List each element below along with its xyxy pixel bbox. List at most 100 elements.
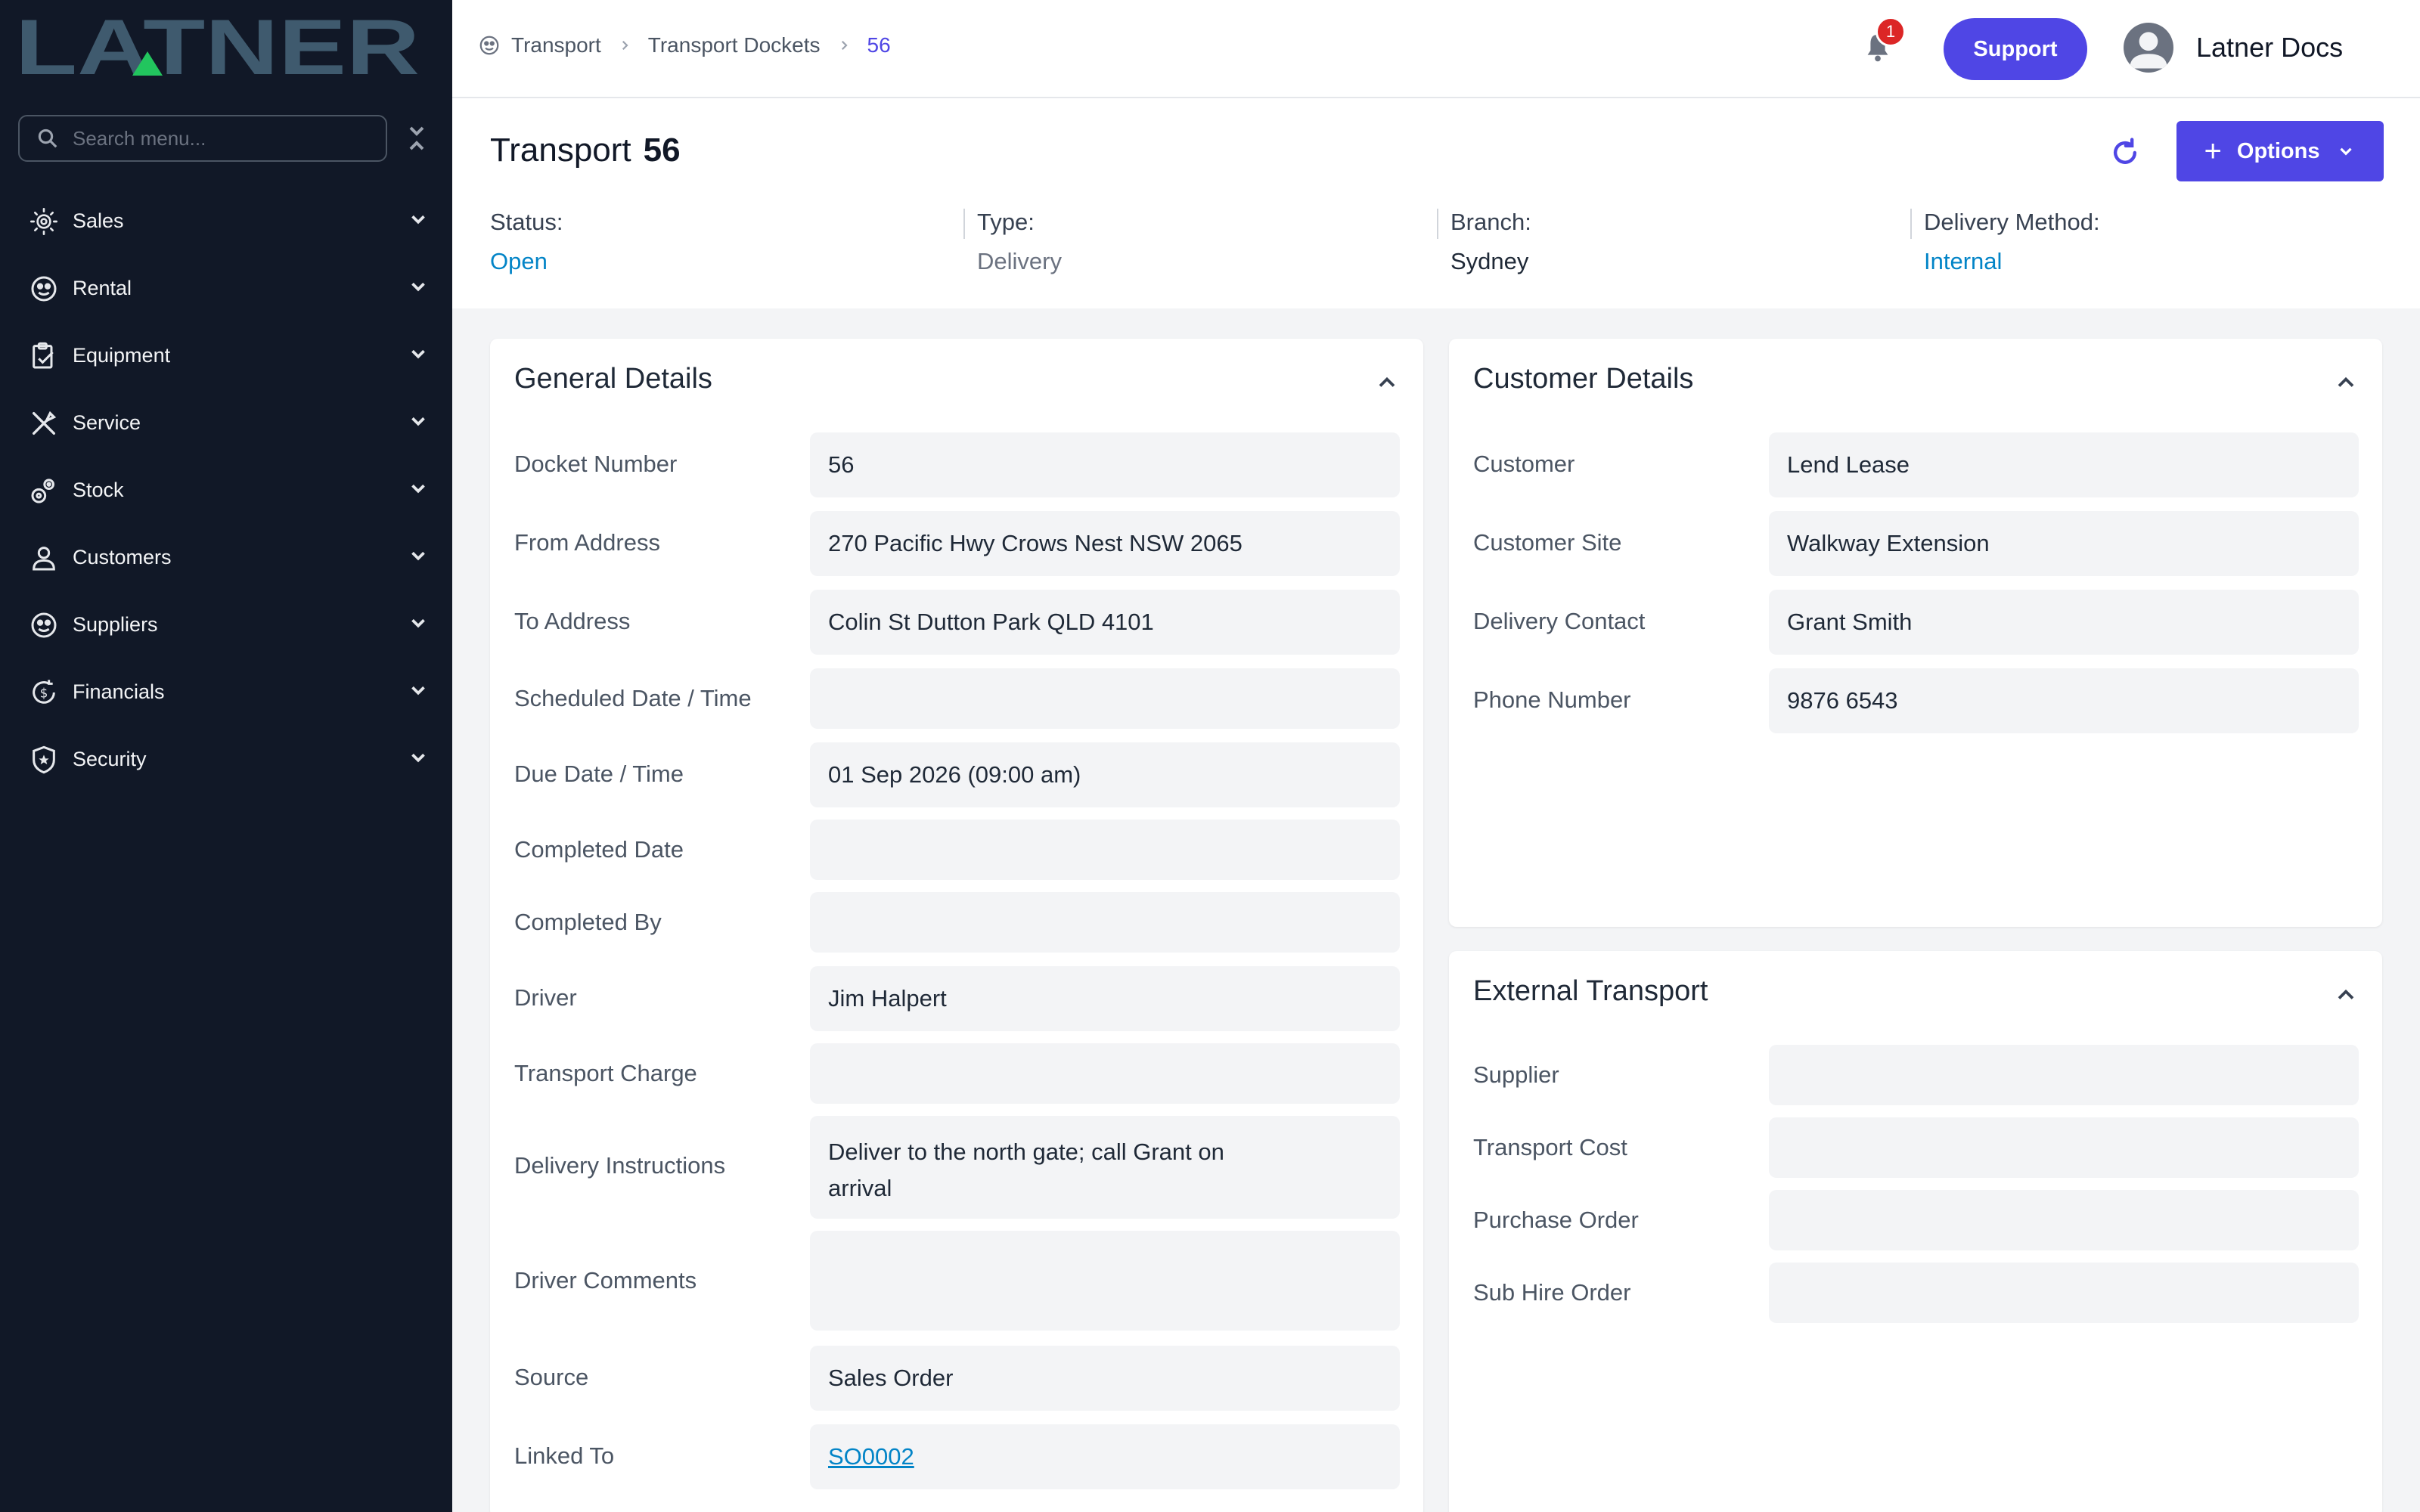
transport-cost-label: Transport Cost xyxy=(1473,1134,1627,1160)
sidebar-item-financials[interactable]: $ Financials xyxy=(0,658,452,726)
equipment-icon xyxy=(27,339,60,373)
docket-number-field[interactable]: 56 xyxy=(810,432,1400,497)
stock-icon xyxy=(27,474,60,507)
chevron-down-icon xyxy=(2340,147,2353,156)
meta-status-label: Status: xyxy=(490,209,563,235)
delivery-contact-field[interactable]: Grant Smith xyxy=(1769,590,2359,655)
page-title-text: Transport xyxy=(490,132,631,169)
meta-status-value[interactable]: Open xyxy=(490,248,944,275)
support-button[interactable]: Support xyxy=(1944,18,2087,80)
refresh-button[interactable] xyxy=(2108,136,2146,174)
transport-charge-field[interactable] xyxy=(810,1043,1400,1104)
financials-icon: $ xyxy=(27,676,60,709)
meta-branch-value: Sydney xyxy=(1450,248,1529,274)
meta-divider xyxy=(1910,209,1912,239)
chevron-down-icon xyxy=(407,746,430,773)
source-field[interactable]: Sales Order xyxy=(810,1346,1400,1411)
sidebar-item-security[interactable]: Security xyxy=(0,726,452,793)
breadcrumb-current: 56 xyxy=(867,33,891,57)
customer-site-field[interactable]: Walkway Extension xyxy=(1769,511,2359,576)
sidebar-item-customers[interactable]: Customers xyxy=(0,524,452,591)
options-label: Options xyxy=(2236,138,2320,163)
driver-comments-field[interactable] xyxy=(810,1231,1400,1331)
sidebar-item-label: Customers xyxy=(73,546,172,569)
supplier-field[interactable] xyxy=(1769,1045,2359,1105)
supplier-label: Supplier xyxy=(1473,1061,1559,1088)
meta-status: Status: Open xyxy=(490,209,944,275)
top-bar: Transport Transport Dockets 56 1 Support… xyxy=(452,0,2420,98)
completed-by-field[interactable] xyxy=(810,892,1400,953)
customer-label: Customer xyxy=(1473,451,1575,477)
from-address-field[interactable]: 270 Pacific Hwy Crows Nest NSW 2065 xyxy=(810,511,1400,576)
page-title-number: 56 xyxy=(643,132,681,169)
sidebar-item-label: Suppliers xyxy=(73,613,158,636)
sidebar-item-stock[interactable]: Stock xyxy=(0,457,452,524)
customer-details-card: Customer Details Customer Lend Lease Cus… xyxy=(1449,339,2382,927)
completed-date-label: Completed Date xyxy=(514,836,684,863)
sidebar-item-label: Stock xyxy=(73,479,124,501)
collapse-sidebar-button[interactable] xyxy=(405,122,428,154)
meta-divider xyxy=(1437,209,1438,239)
meta-delivery-method: Delivery Method: Internal xyxy=(1924,209,2378,275)
chevron-down-icon xyxy=(407,208,430,234)
scheduled-date-field[interactable] xyxy=(810,668,1400,729)
sales-icon xyxy=(27,205,60,238)
meta-branch: Branch: Sydney xyxy=(1450,209,1904,275)
sub-hire-order-field[interactable] xyxy=(1769,1263,2359,1323)
delivery-instructions-field[interactable]: Deliver to the north gate; call Grant on… xyxy=(810,1116,1400,1219)
sidebar-item-rental[interactable]: Rental xyxy=(0,255,452,322)
chevron-right-icon xyxy=(622,40,628,51)
meta-delivery-method-value[interactable]: Internal xyxy=(1924,248,2378,275)
plus-icon: + xyxy=(2204,134,2222,168)
sidebar-item-sales[interactable]: Sales xyxy=(0,187,452,255)
phone-number-label: Phone Number xyxy=(1473,686,1631,713)
driver-label: Driver xyxy=(514,984,577,1011)
sidebar-item-label: Service xyxy=(73,411,141,434)
card-title: Customer Details xyxy=(1473,363,1694,395)
due-date-field[interactable]: 01 Sep 2026 (09:00 am) xyxy=(810,742,1400,807)
driver-field[interactable]: Jim Halpert xyxy=(810,966,1400,1031)
card-title: General Details xyxy=(514,363,712,395)
sidebar-item-label: Equipment xyxy=(73,344,171,367)
linked-to-label: Linked To xyxy=(514,1442,615,1469)
user-icon xyxy=(2130,32,2167,69)
latner-logo[interactable]: LATNER xyxy=(15,14,424,82)
meta-type-label: Type: xyxy=(977,209,1035,235)
breadcrumb-transport-dockets[interactable]: Transport Dockets xyxy=(648,33,821,57)
transport-cost-field[interactable] xyxy=(1769,1117,2359,1178)
phone-number-field[interactable]: 9876 6543 xyxy=(1769,668,2359,733)
general-details-card: General Details Docket Number 56 From Ad… xyxy=(490,339,1423,1512)
source-label: Source xyxy=(514,1364,589,1390)
to-address-label: To Address xyxy=(514,608,631,634)
meta-divider xyxy=(963,209,965,239)
search-menu-input[interactable] xyxy=(73,126,375,150)
service-icon xyxy=(27,407,60,440)
sidebar: LATNER Sales Rental Equipment Service xyxy=(0,0,452,1512)
sidebar-item-label: Financials xyxy=(73,680,165,703)
delivery-instructions-label: Delivery Instructions xyxy=(514,1152,726,1179)
completed-date-field[interactable] xyxy=(810,820,1400,880)
sidebar-item-suppliers[interactable]: Suppliers xyxy=(0,591,452,658)
customer-field[interactable]: Lend Lease xyxy=(1769,432,2359,497)
sidebar-item-label: Sales xyxy=(73,209,124,232)
transport-icon xyxy=(479,36,499,55)
linked-to-field: SO0002 xyxy=(810,1424,1400,1489)
avatar[interactable] xyxy=(2124,23,2173,73)
search-icon xyxy=(38,129,57,148)
chevron-up-icon[interactable] xyxy=(2332,981,2360,1009)
purchase-order-label: Purchase Order xyxy=(1473,1207,1639,1233)
completed-by-label: Completed By xyxy=(514,909,662,935)
sidebar-item-service[interactable]: Service xyxy=(0,389,452,457)
meta-delivery-method-label: Delivery Method: xyxy=(1924,209,2100,235)
user-name[interactable]: Latner Docs xyxy=(2196,32,2343,64)
chevron-down-icon xyxy=(407,544,430,571)
page-header: Transport 56 + Options Status: Open Type:… xyxy=(452,98,2420,308)
purchase-order-field[interactable] xyxy=(1769,1190,2359,1250)
sidebar-item-equipment[interactable]: Equipment xyxy=(0,322,452,389)
linked-order-link[interactable]: SO0002 xyxy=(828,1443,914,1470)
to-address-field[interactable]: Colin St Dutton Park QLD 4101 xyxy=(810,590,1400,655)
chevron-up-icon[interactable] xyxy=(1373,369,1401,396)
chevron-up-icon[interactable] xyxy=(2332,369,2360,396)
breadcrumb-transport[interactable]: Transport xyxy=(511,33,601,57)
options-button[interactable]: + Options xyxy=(2176,121,2384,181)
